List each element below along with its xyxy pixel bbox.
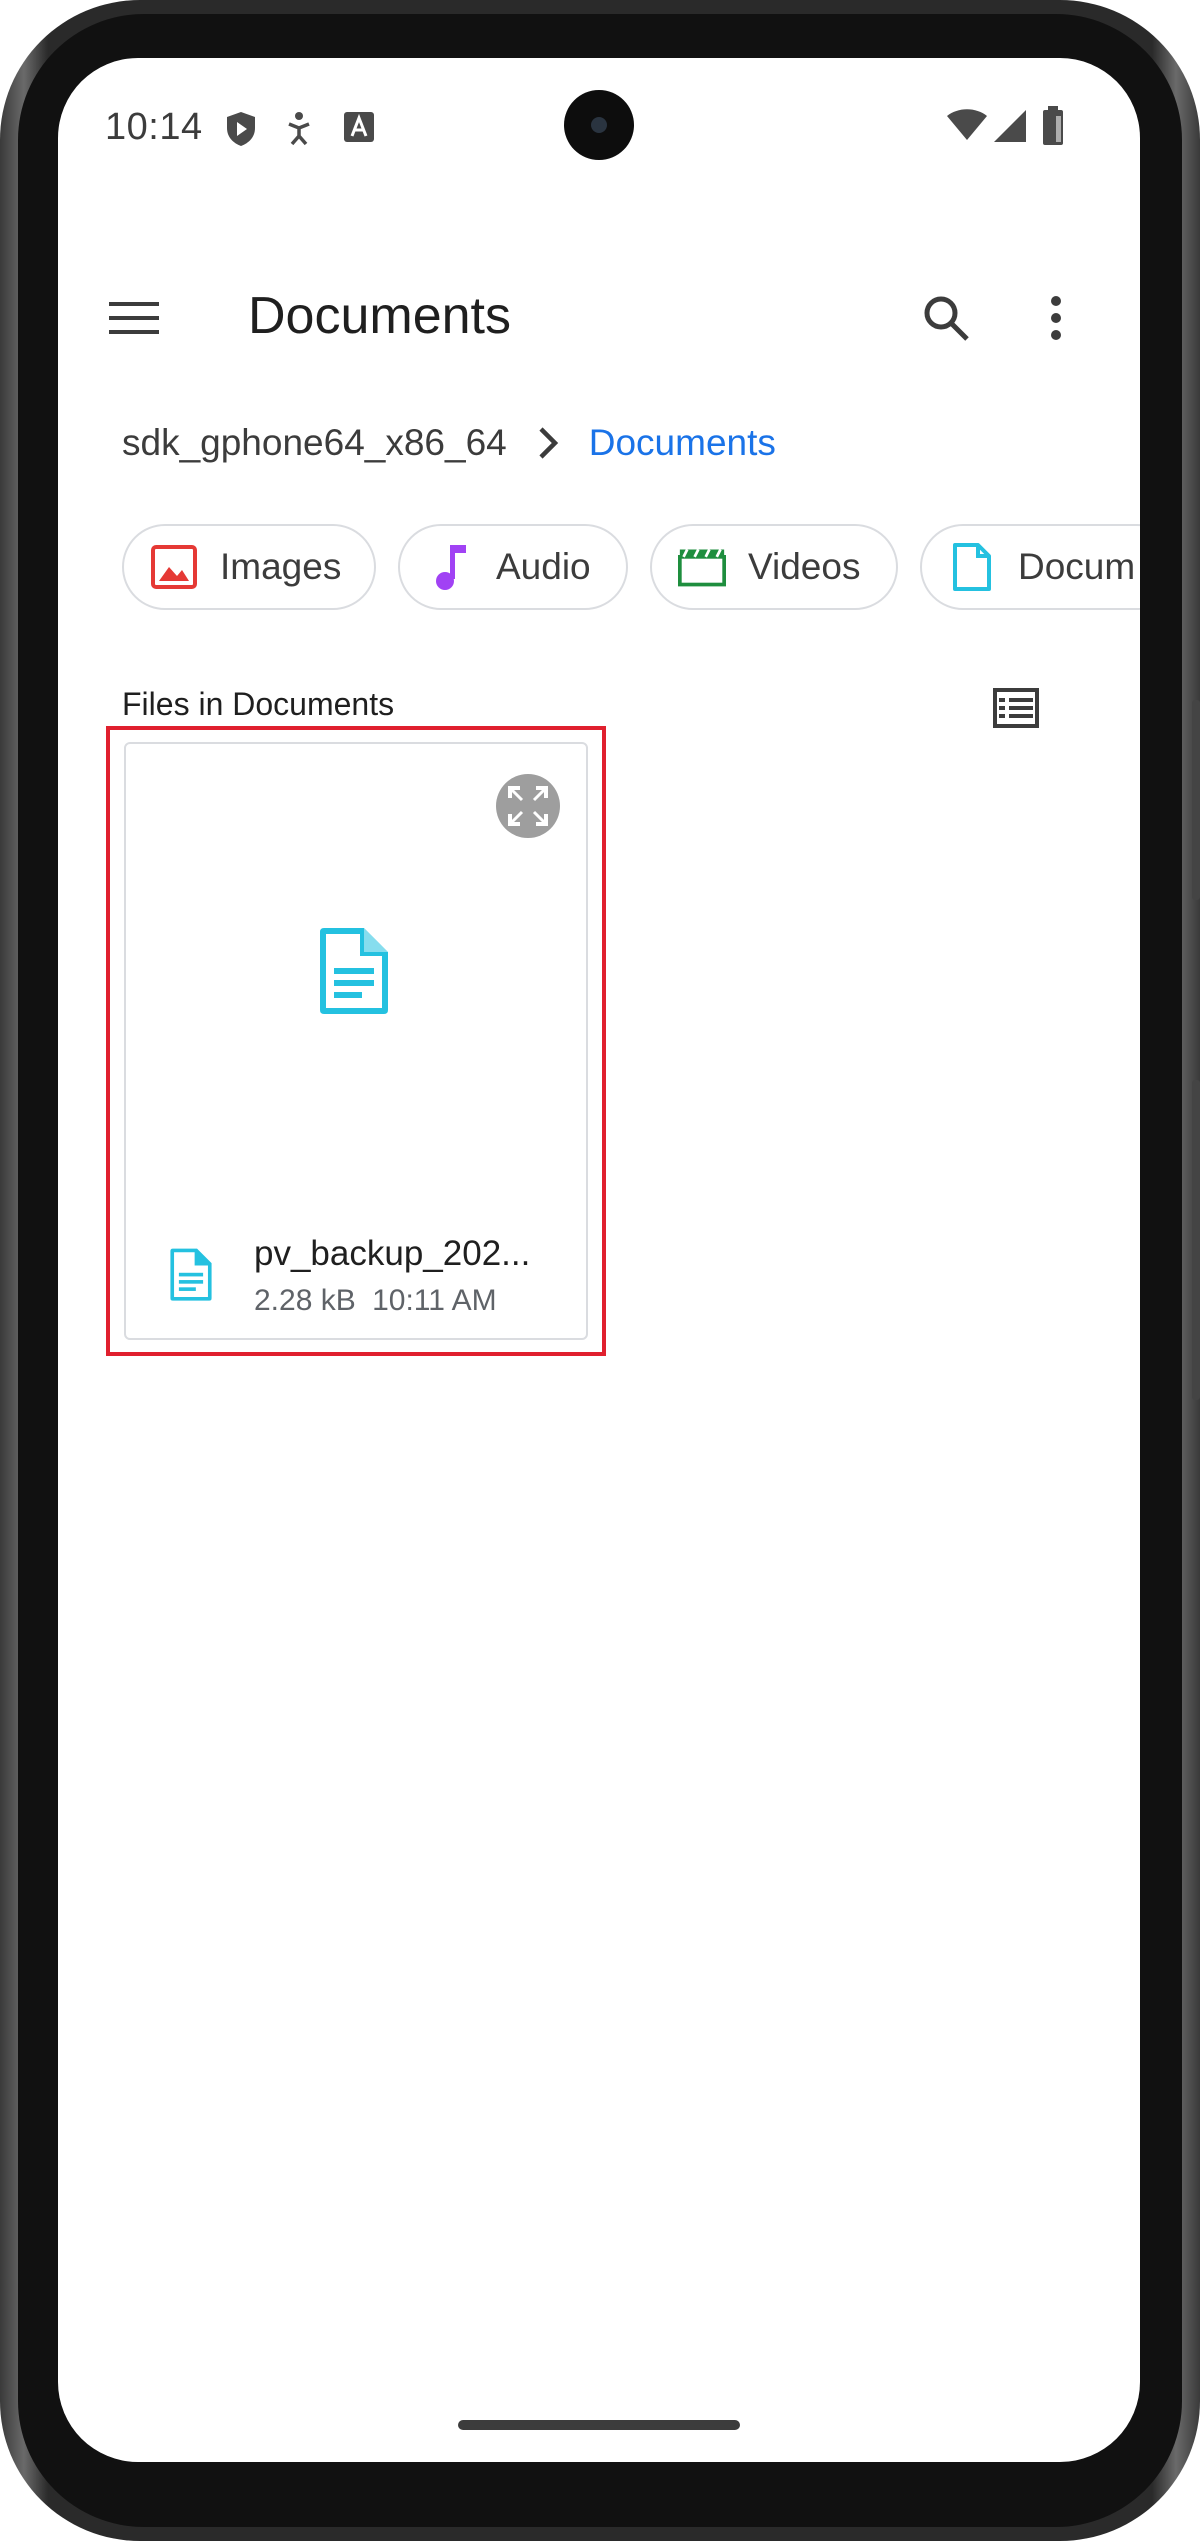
music-note-icon: [426, 543, 474, 591]
breadcrumb-root[interactable]: sdk_gphone64_x86_64: [122, 422, 507, 464]
wifi-icon: [946, 108, 988, 147]
breadcrumb: sdk_gphone64_x86_64 Documents: [122, 413, 776, 473]
hamburger-menu-button[interactable]: [94, 278, 174, 358]
section-title: Files in Documents: [122, 686, 395, 722]
chip-label: Videos: [748, 546, 861, 587]
image-icon: [150, 543, 198, 591]
breadcrumb-current[interactable]: Documents: [589, 422, 776, 464]
search-icon: [924, 296, 969, 341]
app-bar: Documents: [58, 248, 1140, 378]
accessibility-icon: [284, 110, 314, 153]
list-view-icon: [993, 688, 1039, 728]
document-preview-icon: [316, 924, 392, 1021]
more-options-button[interactable]: [1016, 278, 1096, 358]
more-vert-icon: [1051, 296, 1061, 340]
chip-label: Docum: [1018, 546, 1136, 587]
document-icon: [168, 1246, 214, 1307]
cellular-signal-icon: [992, 108, 1028, 149]
font-icon: [342, 110, 376, 149]
screen: 10:14 Documents sdk_gphone64_x86_64 Docu…: [58, 58, 1140, 2462]
hamburger-menu-icon: [109, 302, 159, 334]
file-card-footer: pv_backup_202... 2.28 kB 10:11 AM: [126, 1234, 590, 1334]
shield-icon: [224, 110, 258, 153]
document-icon: [948, 543, 996, 591]
page-title: Documents: [248, 287, 511, 345]
file-name: pv_backup_202...: [254, 1234, 531, 1273]
fullscreen-icon: [508, 786, 548, 826]
volume-button: [1192, 1080, 1200, 1400]
power-button: [1192, 700, 1200, 900]
expand-preview-button[interactable]: [496, 774, 560, 838]
front-camera: [564, 90, 634, 160]
search-button[interactable]: [906, 278, 986, 358]
chip-label: Images: [220, 546, 342, 587]
category-chips: Images Audio Videos Docum: [122, 524, 1140, 610]
view-toggle-button[interactable]: [976, 668, 1056, 748]
file-time: 10:11 AM: [372, 1284, 497, 1317]
file-card[interactable]: pv_backup_202... 2.28 kB 10:11 AM: [124, 742, 588, 1340]
status-bar: 10:14: [58, 58, 1140, 198]
chip-label: Audio: [496, 546, 591, 587]
file-meta: 2.28 kB 10:11 AM: [254, 1284, 497, 1318]
chip-audio[interactable]: Audio: [398, 524, 628, 610]
chip-documents[interactable]: Docum: [920, 524, 1140, 610]
battery-icon: [1042, 106, 1064, 151]
file-size: 2.28 kB: [254, 1284, 356, 1317]
chip-videos[interactable]: Videos: [650, 524, 898, 610]
gesture-nav-handle[interactable]: [458, 2420, 740, 2430]
chip-images[interactable]: Images: [122, 524, 376, 610]
status-time: 10:14: [105, 106, 203, 148]
movie-icon: [678, 543, 726, 591]
chevron-right-icon: [537, 426, 559, 460]
